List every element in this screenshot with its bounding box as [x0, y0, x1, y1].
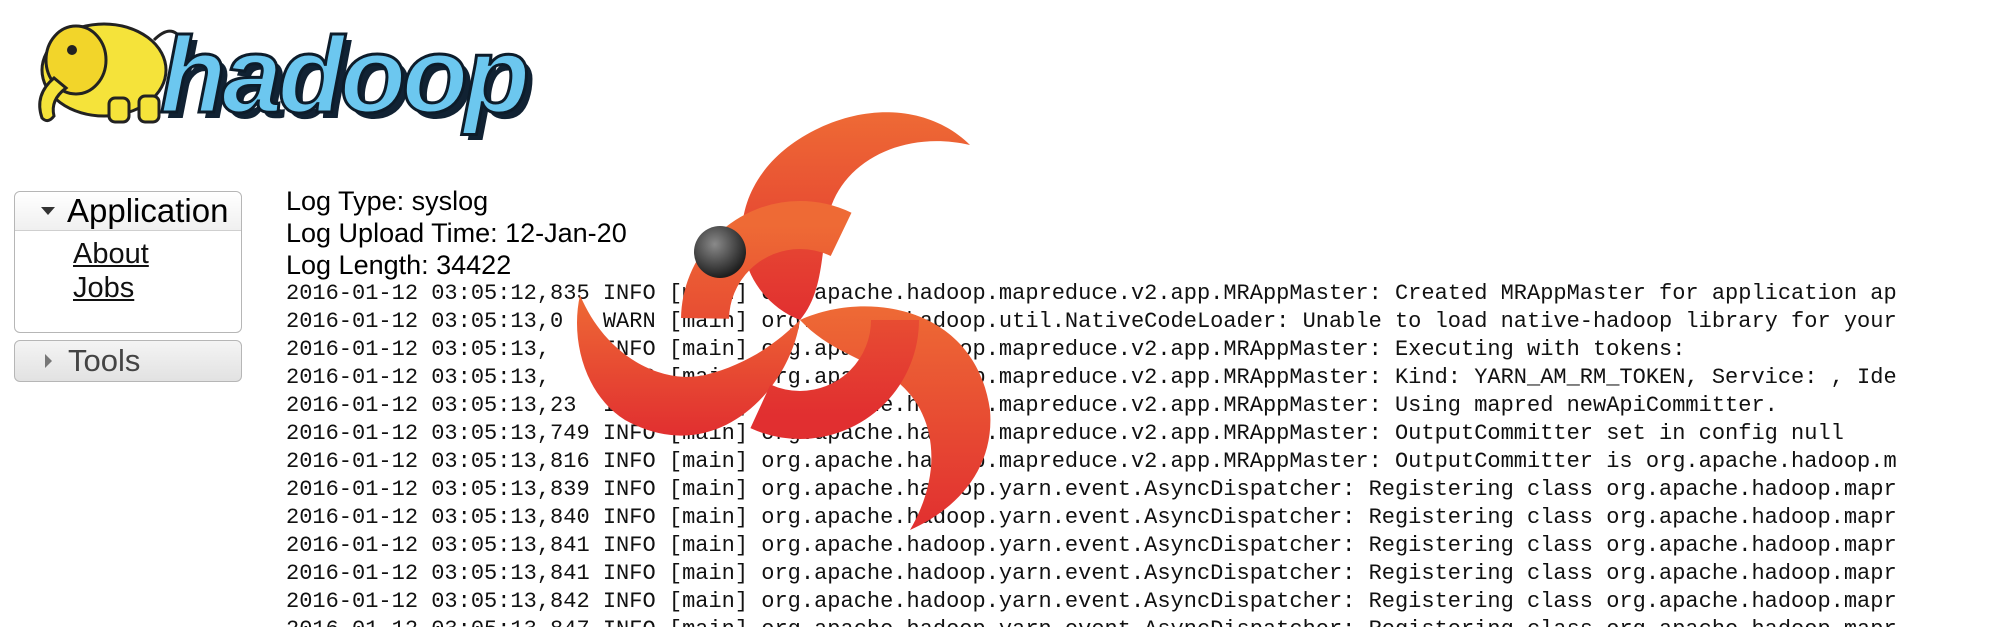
- application-nav-header[interactable]: Application: [15, 192, 241, 231]
- hadoop-log-page: hadoop hadoop Application About Jobs Too…: [0, 0, 1996, 627]
- log-line: 2016-01-12 03:05:13,0 WARN [main] org.ap…: [286, 309, 1897, 334]
- about-link[interactable]: About: [73, 237, 241, 271]
- log-length: Log Length: 34422: [286, 250, 512, 280]
- application-nav-links: About Jobs: [15, 231, 241, 305]
- log-line: 2016-01-12 03:05:13,842 INFO [main] org.…: [286, 589, 1897, 614]
- log-line: 2016-01-12 03:05:12,835 INFO [main] org.…: [286, 281, 1897, 306]
- log-metadata: Log Type: syslog Log Upload Time: 12-Jan…: [286, 185, 627, 281]
- log-content: 2016-01-12 03:05:12,835 INFO [main] org.…: [286, 280, 1897, 627]
- application-label: Application: [67, 192, 229, 229]
- hadoop-logo[interactable]: hadoop hadoop: [14, 0, 614, 140]
- log-line: 2016-01-12 03:05:13,841 INFO [main] org.…: [286, 561, 1897, 586]
- log-line: 2016-01-12 03:05:13,841 INFO [main] org.…: [286, 533, 1897, 558]
- jobs-link[interactable]: Jobs: [73, 271, 241, 305]
- log-line: 2016-01-12 03:05:13,816 INFO [main] org.…: [286, 449, 1897, 474]
- expand-arrow-icon: [41, 207, 55, 215]
- log-line: 2016-01-12 03:05:13,847 INFO [main] org.…: [286, 616, 1897, 627]
- log-line: 2016-01-12 03:05:13, INFO [main] org.apa…: [286, 337, 1686, 362]
- log-type: Log Type: syslog: [286, 186, 489, 216]
- log-upload-time: Log Upload Time: 12-Jan-20: [286, 218, 627, 248]
- log-line: 2016-01-12 03:05:13, INFO [main] org.apa…: [286, 365, 1897, 390]
- collapsed-arrow-icon: [45, 354, 52, 368]
- log-line: 2016-01-12 03:05:13,839 INFO [main] org.…: [286, 477, 1897, 502]
- application-nav-section: Application About Jobs: [14, 191, 242, 333]
- logo-wordmark: hadoop: [160, 14, 527, 135]
- log-line: 2016-01-12 03:05:13,23 INFO [main] org.a…: [286, 393, 1778, 418]
- tools-label: Tools: [68, 343, 141, 378]
- log-line: 2016-01-12 03:05:13,840 INFO [main] org.…: [286, 505, 1897, 530]
- hadoop-elephant-logo-icon: hadoop hadoop: [38, 13, 537, 140]
- log-line: 2016-01-12 03:05:13,749 INFO [main] org.…: [286, 421, 1844, 446]
- tools-nav-header[interactable]: Tools: [14, 340, 242, 382]
